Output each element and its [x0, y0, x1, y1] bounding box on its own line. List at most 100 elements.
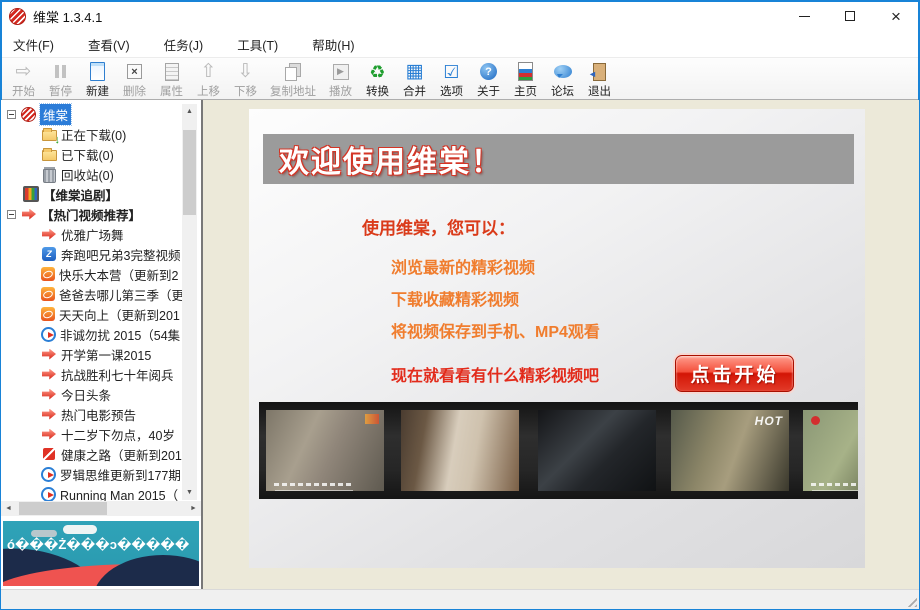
trash-icon	[41, 166, 57, 182]
collapse-icon[interactable]	[7, 110, 16, 119]
menu-file[interactable]: 文件(F)	[9, 33, 58, 56]
tree-item-dad-where-are-we-going[interactable]: 爸爸去哪儿第三季（更	[1, 284, 201, 304]
toolbar-properties-button[interactable]: 属性	[153, 58, 190, 99]
video-thumbnail[interactable]	[266, 410, 384, 491]
tree-item-recycle-bin[interactable]: 回收站(0)	[1, 164, 201, 184]
red-arrow-icon	[41, 226, 57, 242]
menu-view[interactable]: 查看(V)	[84, 33, 134, 56]
tree-item-weitang-dramas[interactable]: 【维棠追剧】	[1, 184, 201, 204]
intro-heading: 使用维棠，您可以：	[362, 214, 865, 239]
options-icon: ☑	[443, 63, 459, 81]
tree-item-health-road[interactable]: 健康之路（更新到201	[1, 444, 201, 464]
play-circle-icon	[41, 487, 56, 502]
minimize-icon	[799, 16, 810, 17]
homepage-icon	[518, 62, 533, 81]
pause-icon	[55, 65, 66, 78]
toolbar-play-button[interactable]: ▶播放	[322, 58, 359, 99]
feature-item: 将视频保存到手机、MP4观看	[391, 317, 865, 349]
mountain-shape	[93, 555, 199, 586]
forum-icon	[554, 65, 572, 78]
toolbar-exit-button[interactable]: 退出	[581, 58, 618, 99]
toolbar-move-down-button[interactable]: ⇩下移	[227, 58, 264, 99]
maximize-button[interactable]	[827, 1, 873, 31]
start-now-button[interactable]: 点击开始	[675, 355, 794, 392]
properties-icon	[165, 63, 179, 81]
toolbar-pause-button[interactable]: 暂停	[42, 58, 79, 99]
video-thumbnail-strip: HOT	[259, 402, 858, 499]
toolbar-homepage-button[interactable]: 主页	[507, 58, 544, 99]
video-thumbnail[interactable]: HOT	[671, 410, 789, 491]
minimize-button[interactable]	[781, 1, 827, 31]
channel-badge	[811, 416, 820, 425]
scroll-up-icon[interactable]: ▲	[182, 104, 197, 119]
title-bar: 维棠 1.3.4.1 ×	[1, 1, 919, 31]
toolbar-copy-url-button[interactable]: 复制地址	[264, 58, 322, 99]
tree-item-age-restricted[interactable]: 十二岁下勿点，40岁	[1, 424, 201, 444]
menu-tasks[interactable]: 任务(J)	[160, 33, 208, 56]
scroll-left-icon[interactable]: ◄	[1, 505, 16, 512]
red-arrow-icon	[41, 366, 57, 382]
menu-tools[interactable]: 工具(T)	[233, 33, 282, 56]
play-circle-icon	[41, 327, 56, 342]
tree-item-day-day-up[interactable]: 天天向上（更新到201	[1, 304, 201, 324]
merge-icon: ▦	[406, 62, 424, 81]
video-thumbnail[interactable]	[803, 410, 858, 491]
tree-item-hot-videos[interactable]: 【热门视频推荐】	[1, 204, 201, 224]
close-button[interactable]: ×	[873, 1, 919, 31]
toolbar-about-button[interactable]: ?关于	[470, 58, 507, 99]
toolbar-convert-button[interactable]: ♻转换	[359, 58, 396, 99]
convert-icon: ♻	[369, 63, 385, 81]
tree-item-victory-parade[interactable]: 抗战胜利七十年阅兵	[1, 364, 201, 384]
main-content-area: 欢迎使用维棠！ 使用维棠，您可以： 浏览最新的精彩视频 下载收藏精彩视频 将视频…	[203, 100, 919, 589]
promo-banner[interactable]: ó���Ż���ɔ�����	[3, 521, 199, 586]
tree-item-square-dance[interactable]: 优雅广场舞	[1, 224, 201, 244]
tree-item-if-you-are-the-one[interactable]: 非诚勿扰 2015（54集	[1, 324, 201, 344]
tree-item-downloading[interactable]: ↓正在下载(0)	[1, 124, 201, 144]
scroll-right-icon[interactable]: ►	[186, 505, 201, 512]
app-logo-icon	[9, 8, 26, 25]
tree-item-happy-camp[interactable]: 快乐大本营（更新到2	[1, 264, 201, 284]
feature-list: 浏览最新的精彩视频 下载收藏精彩视频 将视频保存到手机、MP4观看	[391, 253, 865, 349]
tree-horizontal-scrollbar[interactable]: ◄ ►	[1, 501, 201, 516]
tree-item-luoji-siwei[interactable]: 罗辑思维更新到177期	[1, 464, 201, 484]
play-circle-icon	[41, 467, 56, 482]
tree-item-running-man-2015[interactable]: Running Man 2015（	[1, 484, 201, 501]
tree-item-running-man-cn[interactable]: 奔跑吧兄弟3完整视频	[1, 244, 201, 264]
tree-item-toutiao[interactable]: 今日头条	[1, 384, 201, 404]
hunan-tv-icon	[41, 307, 55, 321]
toolbar-merge-button[interactable]: ▦合并	[396, 58, 433, 99]
tree-item-downloaded[interactable]: 已下载(0)	[1, 144, 201, 164]
toolbar-move-up-button[interactable]: ⇧上移	[190, 58, 227, 99]
toolbar-start-button[interactable]: ⇨开始	[5, 58, 42, 99]
cloud-shape	[63, 525, 97, 534]
tree-item-first-class-2015[interactable]: 开学第一课2015	[1, 344, 201, 364]
tree-vertical-scrollbar[interactable]: ▲ ▼	[182, 104, 197, 500]
scroll-down-icon[interactable]: ▼	[182, 485, 197, 500]
welcome-title: 欢迎使用维棠！	[279, 137, 503, 181]
scrollbar-thumb[interactable]	[19, 502, 107, 515]
toolbar-delete-button[interactable]: ×删除	[116, 58, 153, 99]
cloud-shape	[31, 530, 57, 537]
red-arrow-icon	[41, 386, 57, 402]
video-thumbnail[interactable]	[401, 410, 519, 491]
menu-help[interactable]: 帮助(H)	[308, 33, 358, 56]
folder-icon	[41, 146, 57, 162]
maximize-icon	[845, 11, 855, 21]
cta-text: 现在就看看有什么精彩视频吧	[391, 362, 599, 386]
move-down-icon: ⇩	[238, 62, 254, 81]
resize-grip-icon[interactable]	[904, 594, 917, 607]
toolbar: ⇨开始 暂停 新建 ×删除 属性 ⇧上移 ⇩下移 复制地址 ▶播放 ♻转换 ▦合…	[1, 58, 919, 100]
toolbar-forum-button[interactable]: 论坛	[544, 58, 581, 99]
toolbar-new-button[interactable]: 新建	[79, 58, 116, 99]
scrollbar-thumb[interactable]	[183, 130, 196, 215]
window-title: 维棠 1.3.4.1	[33, 7, 102, 26]
new-task-icon	[90, 62, 105, 81]
weitang-logo-icon	[21, 107, 36, 122]
collapse-icon[interactable]	[7, 210, 16, 219]
menu-bar: 文件(F) 查看(V) 任务(J) 工具(T) 帮助(H)	[1, 31, 919, 58]
tree-item-movie-trailers[interactable]: 热门电影预告	[1, 404, 201, 424]
red-arrow-icon	[21, 206, 37, 222]
video-thumbnail[interactable]	[538, 410, 656, 491]
tree-item-weitang-root[interactable]: 维棠	[1, 104, 201, 124]
toolbar-options-button[interactable]: ☑选项	[433, 58, 470, 99]
